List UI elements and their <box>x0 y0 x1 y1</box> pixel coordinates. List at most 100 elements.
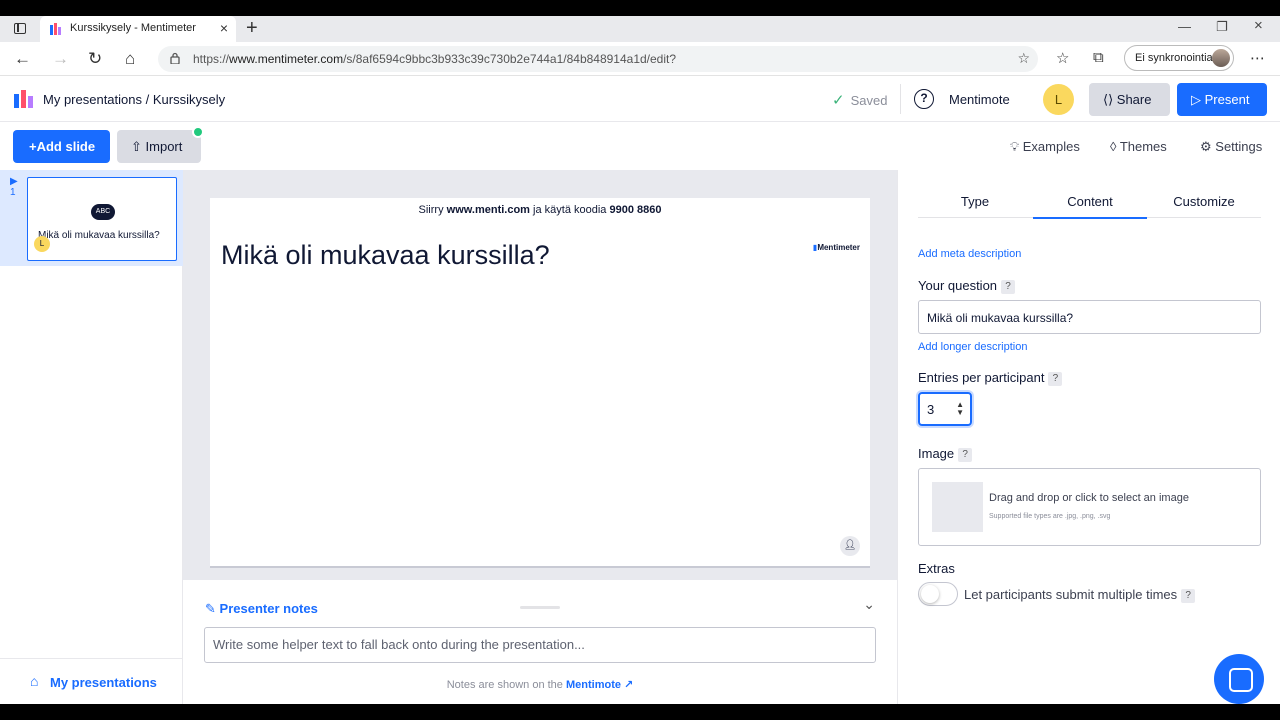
close-window-icon[interactable]: × <box>1254 17 1263 34</box>
tab-bar: Kurssikysely - Mentimeter × + — ❐ × <box>0 16 1280 42</box>
close-tab-icon[interactable]: × <box>220 20 228 36</box>
examples-button[interactable]: 💡︎ Examples <box>1010 139 1080 155</box>
collaborator-avatar: L <box>34 236 50 252</box>
mentimote-link[interactable]: Mentimote ↗ <box>566 679 633 691</box>
back-icon[interactable]: ← <box>14 49 31 69</box>
present-button[interactable]: ▷ Present <box>1177 83 1267 116</box>
collections-icon[interactable]: ⧉ <box>1093 49 1104 66</box>
browser-tab[interactable]: Kurssikysely - Mentimeter × <box>40 16 236 42</box>
mentimeter-brand: ▮Mentimeter <box>812 243 860 252</box>
entries-stepper[interactable]: 3 ▲ ▼ <box>918 392 972 426</box>
dropzone-text: Drag and drop or click to select an imag… <box>989 492 1189 504</box>
presentation-name[interactable]: Kurssikysely <box>153 92 225 107</box>
chevron-down-icon[interactable]: ⌄ <box>863 596 875 613</box>
notes-info: Notes are shown on the Mentimote ↗ <box>446 679 634 691</box>
slide-thumbnail-title: Mikä oli mukavaa kurssilla? <box>38 230 160 241</box>
home-icon[interactable]: ⌂ <box>125 49 135 69</box>
add-meta-description-link[interactable]: Add meta description <box>918 248 1021 260</box>
slide-canvas-area: Siirry www.menti.com ja käytä koodia 990… <box>183 170 897 580</box>
profile-avatar <box>1212 49 1230 67</box>
extras-label: Extras <box>918 561 955 576</box>
share-icon: ⟨⟩ <box>1103 92 1114 107</box>
add-favorite-icon[interactable]: ☆ <box>1017 50 1030 67</box>
slide-preview[interactable]: Siirry www.menti.com ja käytä koodia 990… <box>210 198 870 568</box>
multiple-submissions-toggle[interactable] <box>918 582 958 606</box>
help-icon[interactable]: ? <box>1181 589 1196 603</box>
my-presentations-link[interactable]: ⌂ My presentations <box>0 658 183 704</box>
word-cloud-icon: ABC <box>91 204 115 220</box>
app-header: My presentations / Kurssikysely ✓ Saved ?… <box>0 76 1280 122</box>
pencil-icon: ✎ <box>205 601 216 616</box>
slide-title: Mikä oli mukavaa kurssilla? <box>221 240 550 270</box>
new-tab-icon[interactable]: + <box>246 17 258 40</box>
tab-customize[interactable]: Customize <box>1147 194 1261 209</box>
lightbulb-icon: 💡︎ <box>1010 139 1020 154</box>
image-dropzone[interactable]: Drag and drop or click to select an imag… <box>918 468 1261 546</box>
lock-icon <box>170 52 180 64</box>
plus-icon: + <box>29 139 37 154</box>
tab-title: Kurssikysely - Mentimeter <box>70 22 196 34</box>
gear-icon: ⚙ <box>1200 139 1212 154</box>
minimize-icon[interactable]: — <box>1178 19 1191 34</box>
question-input[interactable]: Mikä oli mukavaa kurssilla? <box>918 300 1261 334</box>
slide-settings-panel: Type Content Customize Add meta descript… <box>897 170 1280 704</box>
presenter-notes-input[interactable]: Write some helper text to fall back onto… <box>204 627 876 663</box>
address-bar: ← → ↻ ⌂ https://www.mentimeter.com/s/8af… <box>0 42 1280 76</box>
entries-label: Entries per participant? <box>918 370 1063 386</box>
play-icon: ▷ <box>1191 92 1201 107</box>
more-menu-icon[interactable]: ⋯ <box>1250 49 1265 67</box>
tab-content[interactable]: Content <box>1033 194 1147 219</box>
presenter-notes-title[interactable]: ✎ Presenter notes <box>205 601 318 617</box>
forward-icon[interactable]: → <box>52 49 69 69</box>
presenter-notes: ✎ Presenter notes ⌄ Write some helper te… <box>183 580 897 704</box>
share-button[interactable]: ⟨⟩ Share <box>1089 83 1170 116</box>
check-icon: ✓ <box>832 92 845 109</box>
screen: Kurssikysely - Mentimeter × + — ❐ × ← → … <box>0 0 1280 720</box>
help-icon[interactable]: ? <box>1048 372 1063 386</box>
editor-toolbar: +Add slide ⇧ Import 💡︎ Examples ◊ Themes… <box>0 122 1280 170</box>
dropzone-filetypes: Supported file types are .jpg, .png, .sv… <box>989 513 1111 520</box>
add-longer-description-link[interactable]: Add longer description <box>918 341 1027 353</box>
help-icon[interactable]: ? <box>1001 280 1016 294</box>
stepper-arrows-icon[interactable]: ▲ ▼ <box>956 401 964 417</box>
user-avatar[interactable]: L <box>1043 84 1074 115</box>
mentimote-link[interactable]: Mentimote <box>949 92 1010 107</box>
image-label: Image? <box>918 446 973 462</box>
divider <box>900 84 901 114</box>
slide-list: ▶ 1 ABC Mikä oli mukavaa kurssilla? L ⌂ M… <box>0 170 183 704</box>
breadcrumb-my-presentations[interactable]: My presentations <box>43 92 142 107</box>
url-field[interactable]: https://www.mentimeter.com/s/8af6594c9bb… <box>158 46 1038 72</box>
settings-button[interactable]: ⚙ Settings <box>1200 139 1262 155</box>
add-slide-button[interactable]: +Add slide <box>13 130 110 163</box>
slide-list-item[interactable]: ▶ 1 ABC Mikä oli mukavaa kurssilla? L <box>0 170 183 266</box>
toggle-label: Let participants submit multiple times? <box>964 587 1196 603</box>
resize-handle[interactable] <box>520 606 560 609</box>
refresh-icon[interactable]: ↻ <box>88 49 102 69</box>
home-icon: ⌂ <box>30 673 39 689</box>
tab-actions-icon[interactable] <box>14 23 26 34</box>
favorites-icon[interactable]: ☆ <box>1056 49 1069 67</box>
question-label: Your question? <box>918 278 1016 294</box>
mentimeter-logo-icon[interactable] <box>14 90 34 108</box>
image-placeholder <box>932 482 983 532</box>
join-instructions: Siirry www.menti.com ja käytä koodia 990… <box>418 204 662 216</box>
tab-type[interactable]: Type <box>918 194 1032 209</box>
maximize-icon[interactable]: ❐ <box>1216 19 1228 35</box>
new-badge <box>192 126 204 138</box>
participants-icon: 👤︎ <box>840 536 860 556</box>
profile-sync-button[interactable]: Ei synkronointia <box>1124 45 1234 71</box>
import-button[interactable]: ⇧ Import <box>117 130 201 163</box>
help-icon[interactable]: ? <box>914 89 934 109</box>
save-status: ✓ Saved <box>832 92 888 109</box>
themes-button[interactable]: ◊ Themes <box>1110 139 1167 154</box>
support-chat-button[interactable] <box>1214 654 1264 704</box>
slide-number: ▶ 1 <box>10 176 18 198</box>
upload-icon: ⇧ <box>131 139 142 154</box>
mentimeter-favicon-icon <box>50 23 61 35</box>
help-icon[interactable]: ? <box>958 448 973 462</box>
slide-thumbnail[interactable]: ABC Mikä oli mukavaa kurssilla? L <box>27 177 177 261</box>
panel-tabs: Type Content Customize <box>918 188 1261 219</box>
breadcrumb: My presentations / Kurssikysely <box>43 92 226 107</box>
browser-window: Kurssikysely - Mentimeter × + — ❐ × ← → … <box>0 16 1280 704</box>
url-text: https://www.mentimeter.com/s/8af6594c9bb… <box>193 52 677 66</box>
